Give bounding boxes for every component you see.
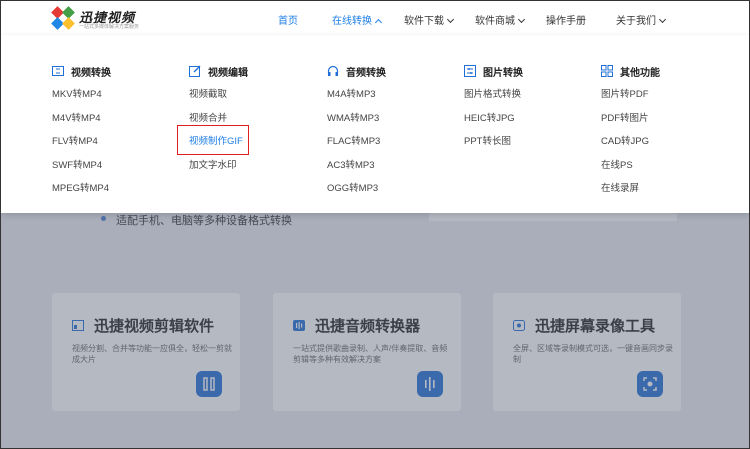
menu-item[interactable]: M4A转MP3 bbox=[327, 89, 386, 113]
menu-item[interactable]: SWF转MP4 bbox=[52, 160, 111, 184]
menu-list: 图片转PDF PDF转图片 CAD转JPG 在线PS 在线录屏 bbox=[601, 89, 660, 207]
menu-column-title-text: 视频转换 bbox=[71, 67, 111, 79]
menu-list: 图片格式转换 HEIC转JPG PPT转长图 bbox=[464, 89, 523, 160]
menu-item[interactable]: WMA转MP3 bbox=[327, 113, 386, 137]
online-convert-dropdown: 视频转换 MKV转MP4 M4V转MP4 FLV转MP4 SWF转MP4 MPE… bbox=[1, 35, 749, 213]
logo-icon[interactable] bbox=[51, 6, 75, 30]
menu-column-title-text: 音频转换 bbox=[346, 67, 386, 79]
menu-item[interactable]: 在线录屏 bbox=[601, 183, 660, 207]
menu-item[interactable]: 视频截取 bbox=[189, 89, 248, 113]
menu-item[interactable]: HEIC转JPG bbox=[464, 113, 523, 137]
nav-online-convert[interactable]: 在线转换 bbox=[332, 12, 383, 27]
menu-item[interactable]: FLAC转MP3 bbox=[327, 136, 386, 160]
menu-column-title: 视频转换 bbox=[52, 65, 111, 79]
image-convert-icon bbox=[464, 65, 476, 77]
nav-about[interactable]: 关于我们 bbox=[616, 12, 667, 27]
menu-item[interactable]: MPEG转MP4 bbox=[52, 183, 111, 207]
menu-item[interactable]: PPT转长图 bbox=[464, 136, 523, 160]
highlight-box bbox=[177, 125, 249, 155]
menu-item[interactable]: M4V转MP4 bbox=[52, 113, 111, 137]
chevron-down-icon bbox=[517, 15, 526, 24]
menu-column-title-text: 视频编辑 bbox=[208, 67, 248, 79]
menu-list: MKV转MP4 M4V转MP4 FLV转MP4 SWF转MP4 MPEG转MP4 bbox=[52, 89, 111, 207]
menu-column-other: 其他功能 图片转PDF PDF转图片 CAD转JPG 在线PS 在线录屏 bbox=[601, 65, 660, 207]
menu-item[interactable]: PDF转图片 bbox=[601, 113, 660, 137]
headphones-icon bbox=[327, 65, 339, 76]
nav-manual[interactable]: 操作手册 bbox=[546, 12, 586, 27]
video-convert-icon bbox=[52, 66, 64, 76]
site-header: 迅捷视频 一站式多媒体解决方案服务 首页 在线转换 软件下载 软件商城 操作手册… bbox=[1, 1, 749, 35]
menu-item[interactable]: CAD转JPG bbox=[601, 136, 660, 160]
menu-item[interactable]: AC3转MP3 bbox=[327, 160, 386, 184]
chevron-down-icon bbox=[446, 15, 455, 24]
page-frame: 迅捷视频 一站式多媒体解决方案服务 首页 在线转换 软件下载 软件商城 操作手册… bbox=[0, 0, 750, 449]
video-edit-icon bbox=[189, 65, 201, 77]
menu-item[interactable]: 在线PS bbox=[601, 160, 660, 184]
menu-column-title-text: 其他功能 bbox=[620, 67, 660, 79]
menu-column-title: 音频转换 bbox=[327, 65, 386, 79]
menu-column-title: 视频编辑 bbox=[189, 65, 248, 79]
menu-item[interactable]: 加文字水印 bbox=[189, 160, 248, 184]
menu-item[interactable]: MKV转MP4 bbox=[52, 89, 111, 113]
brand-tagline: 一站式多媒体解决方案服务 bbox=[79, 24, 140, 30]
menu-column-video-convert: 视频转换 MKV转MP4 M4V转MP4 FLV转MP4 SWF转MP4 MPE… bbox=[52, 65, 111, 207]
menu-list: M4A转MP3 WMA转MP3 FLAC转MP3 AC3转MP3 OGG转MP3 bbox=[327, 89, 386, 207]
nav-software-store[interactable]: 软件商城 bbox=[475, 12, 526, 27]
nav-software-download[interactable]: 软件下载 bbox=[404, 12, 455, 27]
menu-column-video-edit: 视频编辑 视频截取 视频合并 视频制作GIF 加文字水印 bbox=[189, 65, 248, 183]
grid-icon bbox=[601, 65, 613, 77]
menu-item[interactable]: OGG转MP3 bbox=[327, 183, 386, 207]
menu-column-audio-convert: 音频转换 M4A转MP3 WMA转MP3 FLAC转MP3 AC3转MP3 OG… bbox=[327, 65, 386, 207]
nav-home[interactable]: 首页 bbox=[278, 12, 298, 27]
modal-backdrop[interactable] bbox=[1, 213, 749, 448]
chevron-up-icon bbox=[374, 18, 383, 27]
menu-item[interactable]: 图片格式转换 bbox=[464, 89, 523, 113]
menu-column-image-convert: 图片转换 图片格式转换 HEIC转JPG PPT转长图 bbox=[464, 65, 523, 160]
menu-item[interactable]: FLV转MP4 bbox=[52, 136, 111, 160]
menu-column-title: 其他功能 bbox=[601, 65, 660, 79]
menu-column-title: 图片转换 bbox=[464, 65, 523, 79]
chevron-down-icon bbox=[658, 15, 667, 24]
menu-column-title-text: 图片转换 bbox=[483, 67, 523, 79]
menu-item[interactable]: 图片转PDF bbox=[601, 89, 660, 113]
